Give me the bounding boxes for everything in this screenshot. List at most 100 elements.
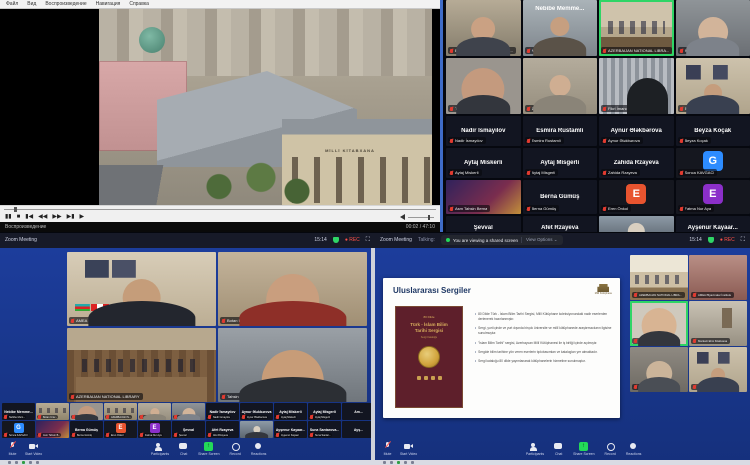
- participant-tile[interactable]: AMEA Əlyazmalar İnstitutu: [689, 255, 747, 300]
- participant-tile[interactable]: Şevval: [446, 216, 521, 232]
- participant-tile[interactable]: Asm Tahsin Berna: [446, 180, 521, 214]
- toolbar-share-button[interactable]: Share Screen: [573, 442, 594, 456]
- participant-tile[interactable]: Telli Xanım: [446, 58, 521, 114]
- participant-tile[interactable]: Afet Rzayeva: [523, 216, 598, 232]
- menu-item[interactable]: Навигация: [96, 1, 121, 7]
- toolbar-react-button[interactable]: Reactions: [251, 442, 267, 456]
- windows-taskbar[interactable]: [375, 460, 750, 465]
- player-control-button[interactable]: ▶▶: [52, 214, 61, 220]
- participant-tile[interactable]: Nebibe Memme...Nebibe Mem...: [2, 403, 35, 420]
- participant-tile[interactable]: Mərkəzi Elmi Kitabxana: [689, 301, 747, 346]
- toolbar-rec-button[interactable]: Record: [230, 442, 241, 456]
- participant-tile-bottom[interactable]: Günay Paşayeva: [668, 394, 747, 438]
- participant-tile[interactable]: Fikri İmanov: [599, 58, 674, 114]
- participant-tile[interactable]: EEren Önkol: [104, 421, 137, 438]
- participant-tile[interactable]: EFatma Nur Aya: [676, 180, 750, 214]
- toolbar-share-button[interactable]: Share Screen: [198, 442, 219, 456]
- menu-item[interactable]: Вид: [27, 1, 36, 7]
- participant-tile[interactable]: AZERBAIJAN N...: [104, 403, 137, 420]
- viewing-screen-pill[interactable]: You are viewing a shared screen View Opt…: [441, 235, 563, 245]
- participant-tile[interactable]: Aynur ƏləkbərovaAynur Ələkbərova: [599, 116, 674, 146]
- participant-tile[interactable]: EFatma Nur Aya: [138, 421, 171, 438]
- participant-label: Zeyni Kazim: [525, 105, 557, 112]
- participant-tile[interactable]: Nebibe Memme...Nebibe Memmedzade: [523, 0, 598, 56]
- participant-tile[interactable]: Telli Xanım: [70, 403, 103, 420]
- player-control-button[interactable]: ▮◀: [25, 214, 33, 220]
- participant-tile[interactable]: Zeyni Kazim: [523, 58, 598, 114]
- participant-tile[interactable]: Berna GümüşBerna Gümüş: [523, 180, 598, 214]
- toolbar-users-button[interactable]: Participants: [526, 442, 544, 456]
- participant-tile[interactable]: Botan Üniversitesi Edebiyat Fak...: [218, 252, 367, 326]
- player-control-button[interactable]: ◀◀: [38, 214, 47, 220]
- participant-tile[interactable]: GSonca KAVGACI: [676, 148, 750, 178]
- participant-tile[interactable]: Suna Santarova...Suna Santar...: [308, 421, 341, 438]
- participant-tile[interactable]: Aytaj MisgerliAytaj Misgerli: [523, 148, 598, 178]
- participant-tile[interactable]: BDU Kitabxanaçılıq-inf...: [689, 347, 747, 392]
- participant-tile[interactable]: Amiroglu: [676, 0, 750, 56]
- participant-tile[interactable]: K. Tahirov: [630, 301, 688, 346]
- toolbar-chat-button[interactable]: Chat: [179, 442, 188, 456]
- fullscreen-icon[interactable]: ⛶: [366, 237, 370, 244]
- participant-tile[interactable]: [599, 216, 674, 232]
- video-area[interactable]: MİLLİ KİTABXANA: [0, 9, 440, 205]
- participant-label: Zeyni Kazim: [139, 415, 160, 419]
- player-control-button[interactable]: ▶: [80, 214, 85, 220]
- zoom-meeting-window: Zoom Meeting 15:14 ● REC ⛶ AMEA Mərkəzi …: [0, 232, 375, 465]
- participant-tile[interactable]: Beyza KoçakBeyza Koçak: [676, 116, 750, 146]
- participant-tile[interactable]: Zeyni Kazim: [630, 347, 688, 392]
- participant-tile[interactable]: GSonca KAVGACI: [2, 421, 35, 438]
- menu-item[interactable]: Файл: [6, 1, 18, 7]
- participant-tile[interactable]: Asm Tahsin B...: [36, 421, 69, 438]
- participant-label: Botan Üniversitesi Edebiyat Fa...: [448, 47, 516, 54]
- toolbar-cam-button[interactable]: Start Video: [400, 442, 417, 456]
- fullscreen-icon[interactable]: ⛶: [741, 237, 745, 244]
- participant-tile[interactable]: Botan Üniversitesi Edebiyat Fa...: [446, 0, 521, 56]
- toolbar-chat-button[interactable]: Chat: [554, 442, 563, 456]
- participant-tile[interactable]: Botan Üniv...: [36, 403, 69, 420]
- participant-tile[interactable]: Nadir İsmayılovNadir İsmayılov: [446, 116, 521, 146]
- volume-thumb[interactable]: [428, 215, 430, 220]
- participant-tile[interactable]: Zahida RzayevaZahida Rzayeva: [599, 148, 674, 178]
- participant-label: Amiroglu: [678, 47, 704, 54]
- participant-tile[interactable]: Afet RzayevaAfet Rzayeva: [206, 421, 239, 438]
- participant-tile[interactable]: Aytaj MisgerliAytaj Misgerli: [308, 403, 341, 420]
- player-control-button[interactable]: ■: [17, 214, 21, 220]
- participant-tile[interactable]: EEren Önkol: [599, 180, 674, 214]
- participant-name: Beyza Koçak: [676, 128, 750, 134]
- participant-tile[interactable]: Zeyni Kazim: [138, 403, 171, 420]
- toolbar-react-button[interactable]: Reactions: [626, 442, 642, 456]
- participant-tile[interactable]: AZERBAIJAN NATIONAL LIBRA...: [630, 255, 688, 300]
- toolbar-label: Record: [230, 452, 241, 456]
- participant-tile[interactable]: Amiroglu: [172, 403, 205, 420]
- toolbar-cam-button[interactable]: Start Video: [25, 442, 42, 456]
- player-control-button[interactable]: ▶▮: [67, 214, 75, 220]
- windows-taskbar[interactable]: [0, 460, 375, 465]
- volume-control[interactable]: [400, 214, 434, 220]
- participant-label: K. Tahirov: [632, 338, 654, 344]
- participant-tile[interactable]: BDU Kitabxanaçılıq-inf...: [676, 58, 750, 114]
- participant-tile[interactable]: Ayşenur Kayaar...Ayşenur Kayaar: [274, 421, 307, 438]
- participant-tile[interactable]: Esmira RustamliEsmira Rustamli: [523, 116, 598, 146]
- participant-tile[interactable]: Ayşenur Kayaar...: [676, 216, 750, 232]
- participant-tile[interactable]: Aytaj MiskerliAytaj Miskerli: [274, 403, 307, 420]
- muted-mic-icon: [222, 319, 225, 323]
- participant-tile[interactable]: Tahsin Berna: [218, 328, 367, 402]
- participant-tile[interactable]: ŞevvalŞevval: [172, 421, 205, 438]
- participant-tile[interactable]: AMEA Mərkəzi Elmi Kitabxana: [67, 252, 216, 326]
- exhibition-book-cover: 80 Dilde Türk - İslam BilimTarihi Sergis…: [395, 306, 463, 408]
- toolbar-users-button[interactable]: Participants: [151, 442, 169, 456]
- participant-tile[interactable]: Aytaj MiskerliAytaj Miskerli: [446, 148, 521, 178]
- toolbar-mic-button[interactable]: Mute: [8, 442, 17, 456]
- menu-item[interactable]: Справка: [129, 1, 149, 7]
- participant-tile[interactable]: Berna GümüşBerna Gümüş: [70, 421, 103, 438]
- participant-tile[interactable]: AZERBAIJAN NATIONAL LIBRA...: [599, 0, 674, 56]
- participant-tile[interactable]: Nadir İsmayılovNadir İsmayılov: [206, 403, 239, 420]
- toolbar-mic-button[interactable]: Mute: [383, 442, 392, 456]
- participant-tile[interactable]: [240, 421, 273, 438]
- player-control-button[interactable]: ▮▮: [5, 214, 12, 220]
- participant-tile[interactable]: AZERBAIJAN NATIONAL LIBRARY: [67, 328, 216, 402]
- view-options-button[interactable]: View Options ⌄: [521, 237, 557, 243]
- participant-tile[interactable]: Aynur ƏləkbərovaAynur Ələkbərova: [240, 403, 273, 420]
- menu-item[interactable]: Воспроизведение: [45, 1, 86, 7]
- toolbar-rec-button[interactable]: Record: [605, 442, 616, 456]
